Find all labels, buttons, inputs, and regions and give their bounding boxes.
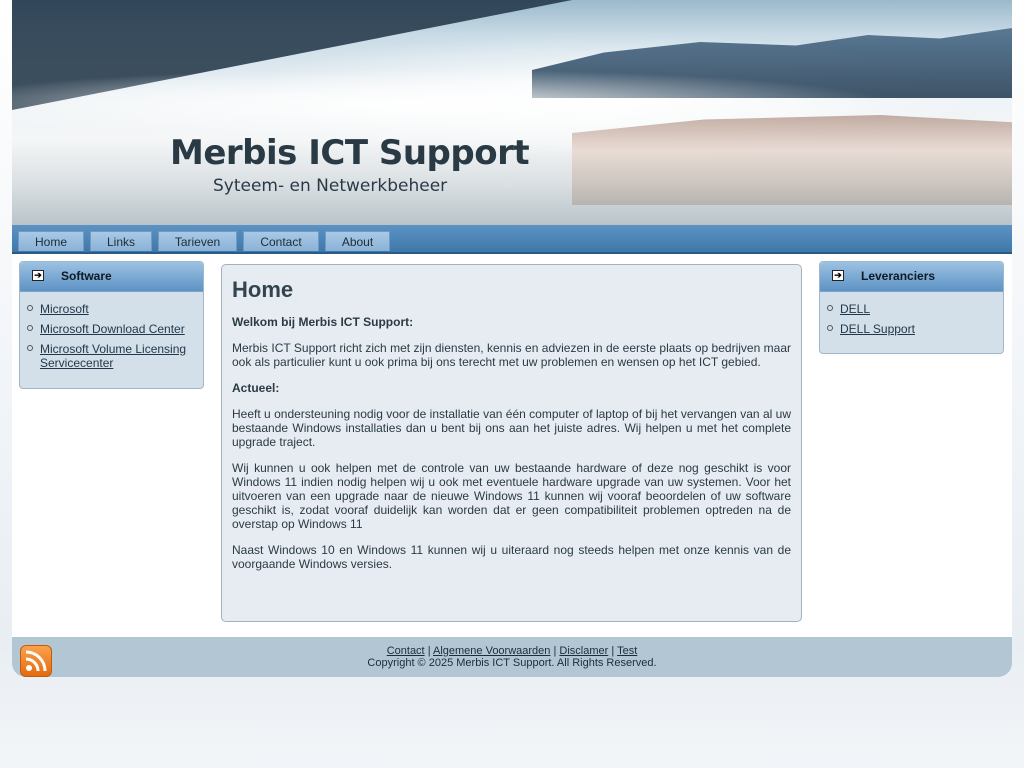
link-microsoft-download-center[interactable]: Microsoft Download Center	[40, 322, 185, 336]
content-area: ➔ Software Microsoft Microsoft Download …	[12, 254, 1012, 637]
arrow-right-box-icon: ➔	[32, 270, 44, 281]
nav-tab-contact[interactable]: Contact	[243, 231, 319, 251]
footer: Contact | Algemene Voorwaarden | Disclam…	[12, 637, 1012, 677]
list-item: DELL Support	[820, 322, 1003, 336]
leveranciers-box-title: Leveranciers	[861, 269, 936, 283]
leveranciers-box: ➔ Leveranciers DELL DELL Support	[819, 261, 1004, 354]
footer-link-disclamer[interactable]: Disclamer	[559, 645, 608, 657]
software-box: ➔ Software Microsoft Microsoft Download …	[19, 261, 204, 389]
footer-separator: |	[611, 645, 615, 657]
link-dell-support[interactable]: DELL Support	[840, 322, 915, 336]
list-item: Microsoft	[20, 302, 203, 316]
circle-bullet-icon	[27, 345, 33, 351]
nav-tab-home[interactable]: Home	[18, 231, 84, 251]
link-microsoft-volume-licensing[interactable]: Microsoft Volume Licensing Servicecenter	[40, 342, 186, 370]
arrow-right-box-icon: ➔	[832, 270, 844, 281]
page-title: Home	[232, 277, 294, 302]
rss-feed-icon-glyph	[25, 650, 47, 672]
nav-tab-links[interactable]: Links	[90, 231, 152, 251]
footer-copyright: Copyright © 2025 Merbis ICT Support. All…	[367, 657, 657, 669]
leveranciers-box-header: ➔ Leveranciers	[820, 262, 1003, 292]
header-banner: Merbis ICT Support Syteem- en Netwerkbeh…	[12, 0, 1012, 225]
paragraph-installation: Heeft u ondersteuning nodig voor de inst…	[232, 407, 791, 449]
paragraph-previous-versions: Naast Windows 10 en Windows 11 kunnen wi…	[232, 543, 791, 571]
link-microsoft[interactable]: Microsoft	[40, 302, 89, 316]
main-navigation: Home Links Tarieven Contact About	[12, 225, 1012, 254]
footer-separator: |	[553, 645, 557, 657]
footer-links: Contact | Algemene Voorwaarden | Disclam…	[12, 637, 1012, 657]
circle-bullet-icon	[827, 325, 833, 331]
list-item: DELL	[820, 302, 1003, 316]
software-box-header: ➔ Software	[20, 262, 203, 292]
welcome-heading: Welkom bij Merbis ICT Support:	[232, 315, 414, 329]
paragraph-hardware: Wij kunnen u ook helpen met de controle …	[232, 461, 791, 531]
circle-bullet-icon	[827, 305, 833, 311]
software-link-list: Microsoft Microsoft Download Center Micr…	[20, 292, 203, 370]
footer-separator: |	[427, 645, 431, 657]
actueel-heading: Actueel:	[232, 381, 280, 395]
nav-tab-tarieven[interactable]: Tarieven	[158, 231, 237, 251]
footer-link-contact[interactable]: Contact	[387, 645, 425, 657]
banner-terraces	[572, 115, 1012, 205]
list-item: Microsoft Volume Licensing Servicecenter	[20, 342, 203, 370]
site-subtitle: Syteem- en Netwerkbeheer	[213, 176, 448, 196]
list-item: Microsoft Download Center	[20, 322, 203, 336]
footer-link-voorwaarden[interactable]: Algemene Voorwaarden	[433, 645, 550, 657]
rss-feed-icon[interactable]	[20, 645, 52, 677]
site-title: Merbis ICT Support	[170, 133, 530, 173]
main-content: Home Welkom bij Merbis ICT Support: Merb…	[221, 264, 802, 622]
software-box-title: Software	[61, 269, 112, 283]
leveranciers-link-list: DELL DELL Support	[820, 292, 1003, 336]
circle-bullet-icon	[27, 305, 33, 311]
link-dell[interactable]: DELL	[840, 302, 870, 316]
footer-link-test[interactable]: Test	[617, 645, 637, 657]
circle-bullet-icon	[27, 325, 33, 331]
nav-tab-about[interactable]: About	[325, 231, 390, 251]
intro-paragraph: Merbis ICT Support richt zich met zijn d…	[232, 341, 791, 369]
page-wrapper: Merbis ICT Support Syteem- en Netwerkbeh…	[12, 0, 1012, 677]
